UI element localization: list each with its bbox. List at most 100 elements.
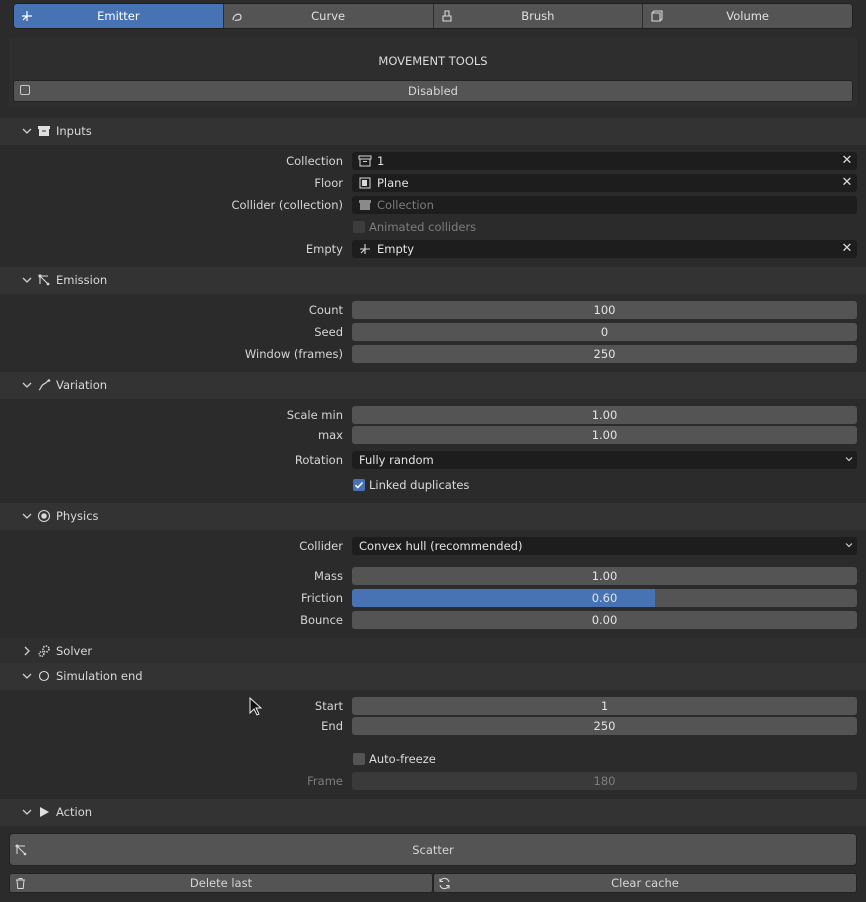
- collider-collection-field[interactable]: Collection: [352, 196, 857, 214]
- auto-freeze-label: Auto-freeze: [369, 752, 436, 766]
- mass-label: Mass: [314, 569, 343, 583]
- seed-label: Seed: [314, 325, 343, 339]
- clear-x-icon[interactable]: ✕: [841, 242, 853, 256]
- refresh-icon: [439, 877, 450, 890]
- bounce-value: 0.00: [591, 613, 618, 627]
- bounce-field[interactable]: 0.00: [352, 611, 857, 629]
- mode-tabs: Emitter Curve Brush Volume: [13, 3, 853, 29]
- scale-max-field[interactable]: 1.00: [352, 426, 857, 444]
- scatter-button[interactable]: Scatter: [9, 833, 857, 866]
- delete-last-button[interactable]: Delete last: [9, 873, 433, 893]
- physics-collider-label: Collider: [299, 539, 343, 553]
- section-title: Inputs: [56, 124, 92, 138]
- section-action[interactable]: Action: [0, 799, 866, 826]
- chevron-down-icon: [22, 277, 32, 283]
- count-field[interactable]: 100: [352, 301, 857, 319]
- clear-x-icon[interactable]: ✕: [841, 154, 853, 168]
- section-title: Variation: [56, 378, 108, 392]
- section-emission[interactable]: Emission: [0, 267, 866, 294]
- section-simulation-end[interactable]: Simulation end: [0, 663, 866, 690]
- collection-field[interactable]: 1 ✕: [352, 152, 857, 170]
- rotation-value: Fully random: [359, 453, 434, 467]
- collection-icon: [359, 200, 371, 210]
- section-title: Physics: [56, 509, 99, 523]
- chevron-right-icon: [24, 646, 30, 656]
- auto-freeze-checkbox[interactable]: [353, 753, 365, 765]
- chevron-down-icon: [22, 513, 32, 519]
- floor-field[interactable]: Plane ✕: [352, 174, 857, 192]
- frame-value: 180: [593, 774, 616, 788]
- end-value: 250: [593, 719, 616, 733]
- rotation-label: Rotation: [294, 453, 343, 467]
- seed-field[interactable]: 0: [352, 323, 857, 341]
- checkbox-icon: [20, 85, 30, 95]
- window-frames-value: 250: [593, 347, 616, 361]
- animated-colliders-checkbox[interactable]: [353, 221, 365, 233]
- checkmark-icon: [354, 481, 364, 489]
- play-icon: [40, 807, 49, 817]
- physics-collider-value: Convex hull (recommended): [359, 539, 523, 553]
- window-frames-field[interactable]: 250: [352, 345, 857, 363]
- section-physics[interactable]: Physics: [0, 503, 866, 530]
- rotation-dropdown[interactable]: Fully random: [352, 451, 857, 469]
- section-title: Solver: [56, 644, 93, 658]
- movement-toggle-button[interactable]: Disabled: [13, 80, 853, 102]
- section-inputs[interactable]: Inputs: [0, 118, 866, 145]
- empty-object-icon: [360, 244, 370, 254]
- section-title: Emission: [56, 273, 108, 287]
- end-label: End: [321, 719, 343, 733]
- scale-min-value: 1.00: [591, 408, 618, 422]
- linked-duplicates-checkbox[interactable]: [353, 479, 365, 491]
- scale-min-label: Scale min: [286, 408, 343, 422]
- section-title: Action: [56, 805, 93, 819]
- tab-emitter[interactable]: Emitter: [14, 4, 224, 28]
- scale-max-label: max: [317, 428, 343, 442]
- trash-icon: [16, 878, 25, 889]
- scale-min-field[interactable]: 1.00: [352, 406, 857, 424]
- count-value: 100: [593, 303, 616, 317]
- physics-collider-dropdown[interactable]: Convex hull (recommended): [352, 537, 857, 555]
- start-value: 1: [600, 699, 609, 713]
- mass-value: 1.00: [591, 569, 618, 583]
- curve-icon: [232, 13, 242, 22]
- clear-cache-label: Clear cache: [611, 876, 679, 890]
- section-variation[interactable]: Variation: [0, 372, 866, 399]
- floor-value: Plane: [377, 176, 409, 190]
- chevron-down-icon: [22, 809, 32, 815]
- collider-collection-placeholder: Collection: [377, 198, 434, 212]
- count-label: Count: [308, 303, 343, 317]
- empty-value: Empty: [377, 242, 415, 256]
- scatter-label: Scatter: [412, 842, 454, 857]
- brush-icon: [441, 10, 452, 22]
- empty-field[interactable]: Empty ✕: [352, 240, 857, 258]
- mesh-object-icon: [359, 177, 371, 189]
- end-field[interactable]: 250: [352, 717, 857, 735]
- friction-slider[interactable]: 0.60: [352, 589, 857, 607]
- mass-field[interactable]: 1.00: [352, 567, 857, 585]
- chevron-down-icon: [845, 457, 853, 462]
- collider-collection-label: Collider (collection): [231, 198, 343, 212]
- empty-label: Empty: [305, 242, 343, 256]
- tab-label: Brush: [521, 9, 555, 23]
- window-frames-label: Window (frames): [244, 347, 343, 361]
- collection-icon: [38, 126, 50, 136]
- emission-icon: [38, 274, 50, 286]
- chevron-down-icon: [22, 673, 32, 679]
- scatter-icon: [15, 844, 27, 856]
- tab-volume[interactable]: Volume: [643, 4, 852, 28]
- tab-label: Curve: [311, 9, 346, 23]
- frame-field[interactable]: 180: [352, 772, 857, 790]
- clear-cache-button[interactable]: Clear cache: [433, 873, 857, 893]
- frame-label: Frame: [307, 774, 343, 788]
- clear-x-icon[interactable]: ✕: [841, 176, 853, 190]
- solver-gears-icon: [38, 645, 50, 658]
- start-field[interactable]: 1: [352, 697, 857, 715]
- delete-last-label: Delete last: [189, 876, 253, 890]
- section-solver[interactable]: Solver: [0, 638, 866, 665]
- tab-curve[interactable]: Curve: [223, 4, 434, 28]
- scale-max-value: 1.00: [591, 428, 618, 442]
- volume-icon: [651, 10, 663, 22]
- mouse-cursor-icon: [249, 697, 262, 716]
- tab-brush[interactable]: Brush: [433, 4, 644, 28]
- variation-curve-icon: [38, 379, 51, 391]
